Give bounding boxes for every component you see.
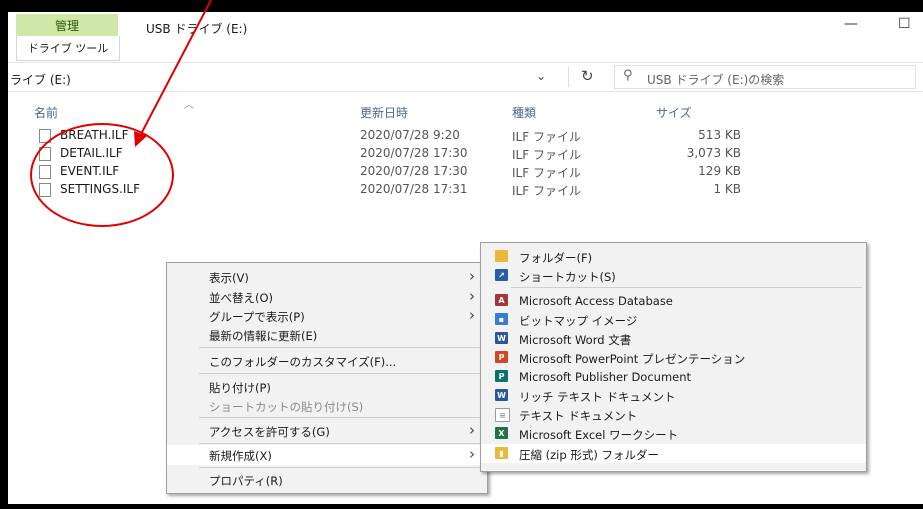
menu-item-label: 表示(V) <box>209 271 249 285</box>
search-input[interactable]: ⚲ USB ドライブ (E:)の検索 <box>614 65 916 89</box>
maximize-button[interactable]: ☐ <box>898 16 911 32</box>
tab-drive-tools[interactable]: ドライブ ツール <box>16 36 120 61</box>
text-doc-icon: ≡ <box>495 408 510 422</box>
excel-icon: X <box>495 427 508 439</box>
menu-separator <box>199 443 483 444</box>
menu-item-label: アクセスを許可する(G) <box>209 425 330 439</box>
menu-item-customize[interactable]: このフォルダーのカスタマイズ(F)... <box>167 351 487 371</box>
ribbon: 管理 ドライブ ツール USB ドライブ (E:) — ☐ <box>8 12 923 61</box>
new-publisher-item[interactable]: P Microsoft Publisher Document <box>481 367 866 386</box>
menu-item-sort-by[interactable]: 並べ替え(O) › <box>167 287 487 307</box>
menu-item-group-by[interactable]: グループで表示(P) › <box>167 306 487 326</box>
zip-folder-icon: ▮ <box>495 447 508 459</box>
column-header-size[interactable]: サイズ <box>656 104 692 121</box>
submenu-item-label: Microsoft Excel ワークシート <box>519 428 679 442</box>
address-path[interactable]: ライブ (E:) <box>10 71 71 88</box>
new-folder-item[interactable]: フォルダー(F) <box>481 247 866 266</box>
chevron-down-icon[interactable]: ⌄ <box>536 69 546 83</box>
menu-item-label: 最新の情報に更新(E) <box>209 329 318 343</box>
chevron-right-icon: › <box>469 267 475 285</box>
file-type: ILF ファイル <box>512 184 581 198</box>
menu-item-label: グループで表示(P) <box>209 310 305 324</box>
context-menu: 表示(V) › 並べ替え(O) › グループで表示(P) › 最新の情報に更新(… <box>166 262 488 494</box>
menu-item-label: プロパティ(R) <box>209 474 283 488</box>
menu-separator <box>511 287 862 288</box>
window-title: USB ドライブ (E:) <box>146 22 248 36</box>
bitmap-icon: ▪ <box>495 313 508 325</box>
folder-icon <box>495 250 508 262</box>
address-bar: ライブ (E:) ⌄ ↻ ⚲ USB ドライブ (E:)の検索 <box>8 62 923 92</box>
submenu-item-label: フォルダー(F) <box>519 251 593 265</box>
submenu-item-label: ビットマップ イメージ <box>519 314 638 328</box>
menu-item-label: ショートカットの貼り付け(S) <box>209 400 364 414</box>
chevron-right-icon: › <box>469 445 475 463</box>
file-modified: 2020/07/28 17:30 <box>360 146 468 160</box>
menu-separator <box>199 467 483 468</box>
new-shortcut-item[interactable]: ↗ ショートカット(S) <box>481 266 866 285</box>
new-powerpoint-item[interactable]: P Microsoft PowerPoint プレゼンテーション <box>481 348 866 367</box>
new-rtf-item[interactable]: W リッチ テキスト ドキュメント <box>481 386 866 405</box>
file-type: ILF ファイル <box>512 130 581 144</box>
menu-separator <box>199 347 483 348</box>
menu-item-paste-shortcut: ショートカットの貼り付け(S) <box>167 396 487 416</box>
submenu-item-label: Microsoft Word 文書 <box>519 333 632 347</box>
file-size: 3,073 KB <box>686 146 741 160</box>
refresh-icon[interactable]: ↻ <box>581 67 594 85</box>
divider <box>568 67 569 87</box>
menu-item-paste[interactable]: 貼り付け(P) <box>167 377 487 397</box>
submenu-item-label: テキスト ドキュメント <box>519 409 638 423</box>
new-bitmap-item[interactable]: ▪ ビットマップ イメージ <box>481 310 866 329</box>
menu-item-properties[interactable]: プロパティ(R) <box>167 470 487 490</box>
sort-caret-icon: ︿ <box>184 100 194 111</box>
new-excel-item[interactable]: X Microsoft Excel ワークシート <box>481 424 866 443</box>
search-placeholder: USB ドライブ (E:)の検索 <box>647 73 785 87</box>
submenu-item-label: Microsoft PowerPoint プレゼンテーション <box>519 352 746 366</box>
column-header-modified[interactable]: 更新日時 <box>360 104 408 121</box>
file-type: ILF ファイル <box>512 148 581 162</box>
menu-item-label: このフォルダーのカスタマイズ(F)... <box>209 355 397 369</box>
submenu-item-label: Microsoft Access Database <box>519 294 673 308</box>
column-header-name[interactable]: 名前 <box>34 104 58 121</box>
file-modified: 2020/07/28 17:30 <box>360 164 468 178</box>
menu-item-view[interactable]: 表示(V) › <box>167 267 487 287</box>
file-size: 1 KB <box>713 182 741 196</box>
publisher-icon: P <box>495 370 508 382</box>
tab-manage[interactable]: 管理 <box>16 14 118 36</box>
chevron-right-icon: › <box>469 287 475 305</box>
menu-separator <box>199 417 483 418</box>
new-text-item[interactable]: ≡ テキスト ドキュメント <box>481 405 866 424</box>
menu-separator <box>199 373 483 374</box>
menu-item-give-access[interactable]: アクセスを許可する(G) › <box>167 421 487 441</box>
shortcut-icon: ↗ <box>495 269 508 281</box>
submenu-item-label: リッチ テキスト ドキュメント <box>519 390 676 404</box>
new-word-item[interactable]: W Microsoft Word 文書 <box>481 329 866 348</box>
access-icon: A <box>495 294 508 306</box>
new-zip-folder-item[interactable]: ▮ 圧縮 (zip 形式) フォルダー <box>481 444 866 463</box>
file-size: 513 KB <box>698 128 741 142</box>
menu-item-refresh[interactable]: 最新の情報に更新(E) <box>167 325 487 345</box>
chevron-right-icon: › <box>469 306 475 324</box>
column-header-type[interactable]: 種類 <box>512 104 536 121</box>
rtf-icon: W <box>495 389 508 401</box>
minimize-button[interactable]: — <box>844 16 858 32</box>
file-modified: 2020/07/28 17:31 <box>360 182 468 196</box>
menu-item-new[interactable]: 新規作成(X) › <box>167 445 487 465</box>
menu-item-label: 貼り付け(P) <box>209 381 271 395</box>
annotation-circle <box>30 123 174 227</box>
search-icon: ⚲ <box>623 68 633 83</box>
submenu-item-label: ショートカット(S) <box>519 270 616 284</box>
submenu-item-label: Microsoft Publisher Document <box>519 370 692 384</box>
file-size: 129 KB <box>698 164 741 178</box>
menu-item-label: 並べ替え(O) <box>209 291 274 305</box>
submenu-item-label: 圧縮 (zip 形式) フォルダー <box>519 448 659 462</box>
new-access-item[interactable]: A Microsoft Access Database <box>481 291 866 310</box>
new-submenu: フォルダー(F) ↗ ショートカット(S) A Microsoft Access… <box>480 242 867 472</box>
file-modified: 2020/07/28 9:20 <box>360 128 460 142</box>
chevron-right-icon: › <box>469 421 475 439</box>
word-icon: W <box>495 332 508 344</box>
menu-item-label: 新規作成(X) <box>209 449 272 463</box>
file-type: ILF ファイル <box>512 166 581 180</box>
powerpoint-icon: P <box>495 351 508 363</box>
